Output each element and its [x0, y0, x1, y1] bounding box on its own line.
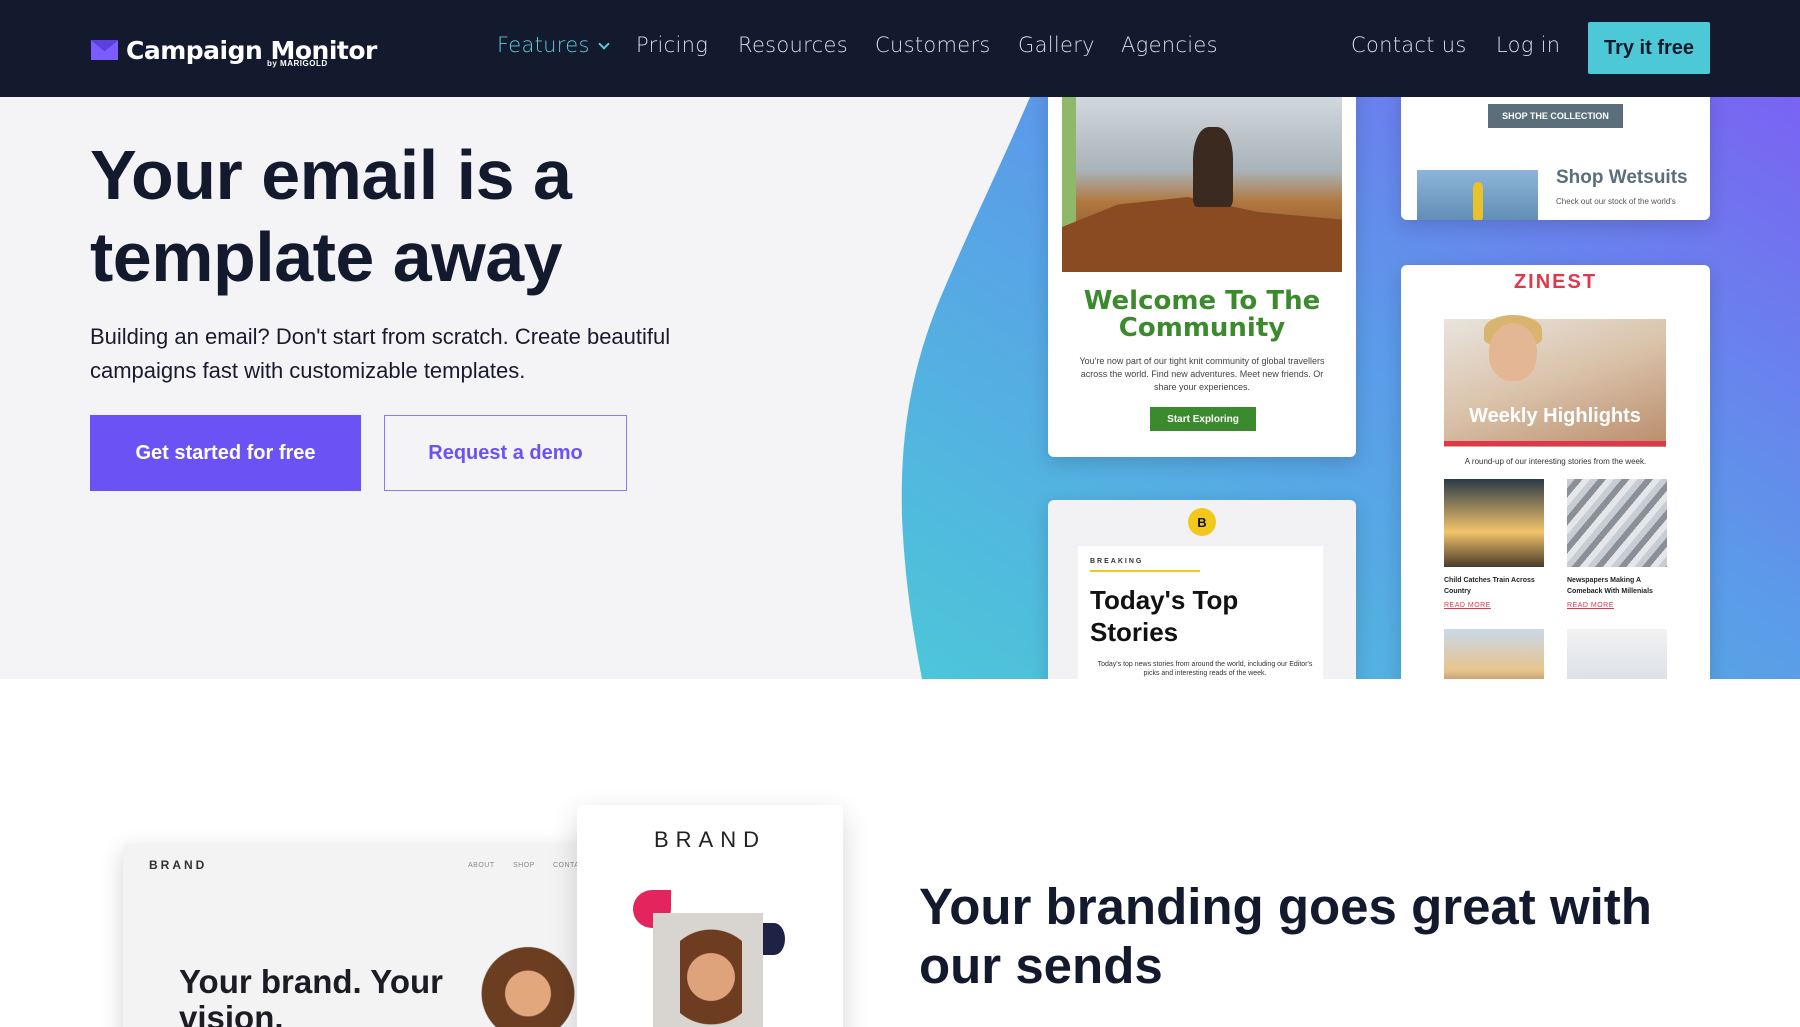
- envelope-logo-icon: [91, 40, 118, 60]
- email-portrait-image: [680, 925, 742, 1027]
- start-exploring-button: Start Exploring: [1150, 407, 1256, 431]
- navy-shape-decoration: [763, 923, 785, 955]
- template-card-zinest[interactable]: ZINEST Weekly Highlights A round-up of o…: [1401, 265, 1710, 679]
- city-image: [1444, 629, 1544, 679]
- hero-title: Your email is a template away: [90, 136, 572, 296]
- breaking-kicker: BREAKING: [1090, 558, 1144, 565]
- email-brand-logo: BRAND: [653, 827, 766, 852]
- feature-subtitle: A round-up of our interesting stories fr…: [1464, 457, 1647, 466]
- nav-link-log-in[interactable]: Log in: [1496, 33, 1560, 57]
- read-more-link: READ MORE: [1444, 602, 1491, 609]
- nav-link-contact-us[interactable]: Contact us: [1351, 33, 1467, 57]
- get-started-button[interactable]: Get started for free: [90, 415, 361, 491]
- news-body: Today's top news stories from around the…: [1097, 661, 1313, 677]
- request-demo-button[interactable]: Request a demo: [384, 415, 627, 491]
- website-mockup: BRAND ABOUT SHOP CONTA Your brand. Your …: [123, 844, 623, 1027]
- clothing-image: [1567, 629, 1667, 679]
- surfboard-shape: [1473, 182, 1483, 220]
- chevron-down-icon: [598, 38, 610, 50]
- nav-link-customers[interactable]: Customers: [875, 33, 991, 57]
- site-menu-item: SHOP: [513, 862, 535, 869]
- shop-collection-button: SHOP THE COLLECTION: [1488, 104, 1623, 128]
- nav-link-gallery[interactable]: Gallery: [1018, 33, 1095, 57]
- wetsuit-title: Shop Wetsuits: [1556, 167, 1688, 188]
- top-stories-title: Today's Top Stories: [1090, 585, 1239, 647]
- nav-link-label: Features: [497, 33, 590, 57]
- hero-subtitle: Building an email? Don't start from scra…: [90, 324, 671, 383]
- newspapers-image: [1567, 479, 1667, 567]
- kicker-underline: [1090, 570, 1200, 572]
- site-brand-logo: BRAND: [149, 858, 208, 872]
- top-nav: Campaign Monitor by MARIGOLD Features Pr…: [0, 0, 1800, 97]
- story-caption: Child Catches Train Across Country: [1444, 577, 1535, 595]
- site-headline: Your brand. Your vision.: [179, 963, 444, 1027]
- branding-title: Your branding goes great with our sends: [919, 878, 1652, 994]
- nav-link-resources[interactable]: Resources: [738, 33, 848, 57]
- template-card-welcome[interactable]: Welcome To The Community You're now part…: [1048, 97, 1356, 457]
- logo-text: Campaign Monitor: [126, 35, 377, 65]
- nav-link-features[interactable]: Features: [497, 33, 610, 57]
- campaign-monitor-logo[interactable]: Campaign Monitor by MARIGOLD: [91, 33, 377, 68]
- logo-subtext: by MARIGOLD: [267, 59, 328, 68]
- site-menu-item: ABOUT: [468, 862, 495, 869]
- try-it-free-button[interactable]: Try it free: [1588, 22, 1710, 74]
- template-card-news[interactable]: B BREAKING Today's Top Stories Today's t…: [1048, 500, 1356, 679]
- site-portrait-image: [468, 926, 588, 1027]
- nav-link-pricing[interactable]: Pricing: [636, 33, 708, 57]
- hiker-figure: [1193, 127, 1233, 207]
- brand-badge: B: [1188, 508, 1216, 536]
- feature-accent-bar: [1444, 441, 1666, 446]
- email-mockup: BRAND: [577, 805, 843, 1027]
- template-card-wetsuits[interactable]: SHOP THE COLLECTION Shop Wetsuits Check …: [1401, 97, 1710, 220]
- site-menu-item: CONTA: [553, 862, 580, 869]
- welcome-title: Welcome To The Community: [1083, 286, 1321, 343]
- branding-section: BRAND ABOUT SHOP CONTA Your brand. Your …: [0, 679, 1800, 1027]
- story-caption: Newspapers Making A Comeback With Millen…: [1567, 577, 1653, 595]
- nav-link-agencies[interactable]: Agencies: [1121, 33, 1218, 57]
- train-image: [1444, 479, 1544, 567]
- welcome-body: You're now part of our tight knit commun…: [1079, 356, 1325, 392]
- wetsuit-subtitle: Check out our stock of the world's: [1556, 197, 1676, 206]
- hero-section: Your email is a template away Building a…: [0, 97, 1800, 679]
- zinest-logo: ZINEST: [1513, 271, 1598, 293]
- feature-image-face: [1489, 323, 1537, 381]
- read-more-link: READ MORE: [1567, 602, 1614, 609]
- weekly-highlights-title: Weekly Highlights: [1469, 405, 1641, 427]
